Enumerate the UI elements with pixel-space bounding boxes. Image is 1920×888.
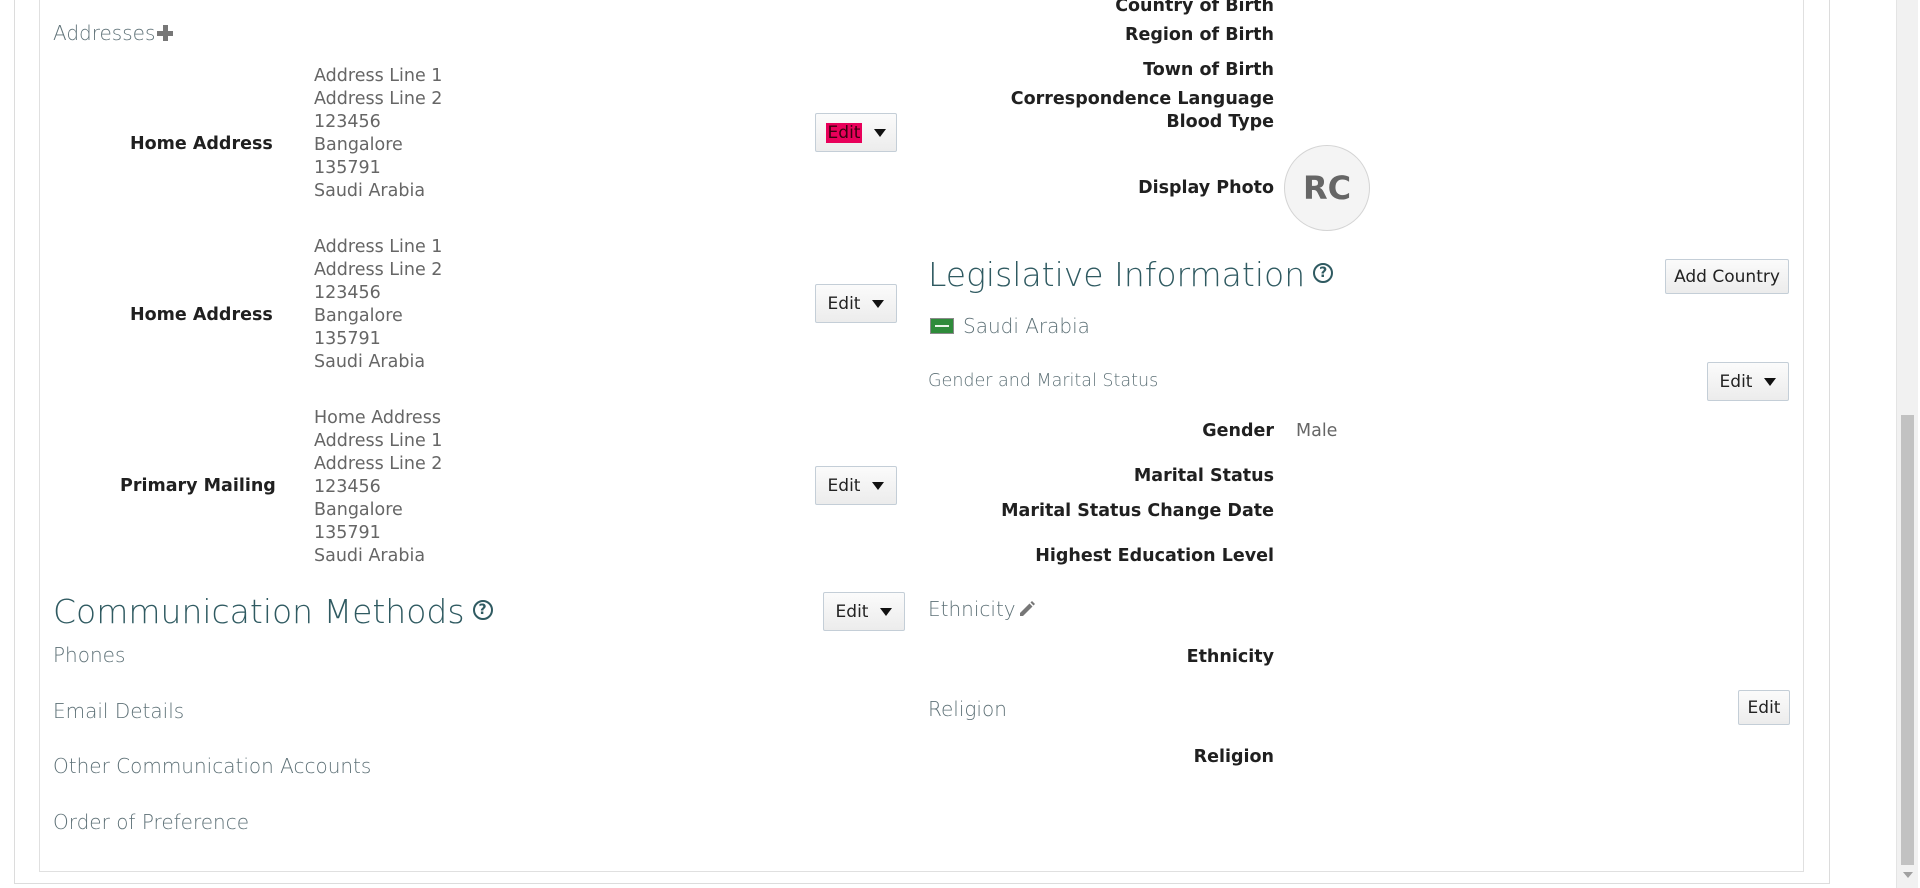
ethnicity-heading-label: Ethnicity — [928, 597, 1016, 621]
caret-down-icon — [874, 128, 887, 137]
order-of-preference-heading: Order of Preference — [53, 810, 250, 834]
address-line: Address Line 2 — [314, 454, 443, 474]
address-line: 135791 — [314, 523, 381, 543]
saudi-arabia-flag-icon — [930, 318, 954, 334]
address-line: Address Line 1 — [314, 66, 443, 86]
pencil-icon[interactable] — [1018, 600, 1036, 618]
address-line: 123456 — [314, 283, 381, 303]
gender-value: Male — [1296, 421, 1338, 441]
address-line: Bangalore — [314, 135, 403, 155]
caret-down-icon — [872, 299, 885, 308]
address-type-label: Home Address — [130, 305, 273, 325]
religion-label: Religion — [1193, 747, 1274, 767]
caret-down-icon — [880, 607, 893, 616]
inner-panel — [39, 0, 1804, 872]
address-line: Saudi Arabia — [314, 352, 426, 372]
address-line: Address Line 2 — [314, 260, 443, 280]
religion-heading: Religion — [928, 697, 1007, 721]
address-line: 135791 — [314, 158, 381, 178]
legislative-information-title: Legislative Information? — [928, 255, 1334, 294]
marital-status-change-date-label: Marital Status Change Date — [1001, 501, 1274, 521]
scroll-down-arrow-icon[interactable] — [1903, 872, 1913, 878]
country-of-birth-label: Country of Birth — [1115, 0, 1274, 16]
caret-down-icon — [1764, 377, 1777, 386]
legislative-information-title-text: Legislative Information — [928, 255, 1306, 294]
address-line: Bangalore — [314, 306, 403, 326]
address-edit-button[interactable]: Edit — [815, 113, 897, 152]
highest-education-level-label: Highest Education Level — [1035, 546, 1274, 566]
address-line: Home Address — [314, 408, 441, 428]
gender-marital-status-heading: Gender and Marital Status — [928, 371, 1159, 391]
caret-down-icon — [872, 481, 885, 490]
help-icon[interactable]: ? — [472, 599, 493, 620]
communication-edit-button[interactable]: Edit — [823, 592, 905, 631]
address-line: Saudi Arabia — [314, 181, 426, 201]
other-communication-accounts-heading: Other Communication Accounts — [53, 754, 372, 778]
address-edit-label: Edit — [825, 122, 863, 143]
addresses-heading: Addresses — [53, 21, 174, 45]
address-line: 123456 — [314, 112, 381, 132]
address-line: Address Line 1 — [314, 237, 443, 257]
address-type-label: Home Address — [130, 134, 273, 154]
address-line: 135791 — [314, 329, 381, 349]
address-line: Address Line 1 — [314, 431, 443, 451]
add-country-button[interactable]: Add Country — [1665, 259, 1789, 294]
address-type-label: Primary Mailing — [120, 476, 276, 496]
phones-heading: Phones — [53, 643, 126, 667]
address-block: Address Line 1 Address Line 2 123456 Ban… — [314, 65, 442, 203]
address-line: Bangalore — [314, 500, 403, 520]
display-photo-label: Display Photo — [1138, 178, 1274, 198]
gender-marital-edit-button[interactable]: Edit — [1707, 362, 1789, 401]
ethnicity-heading: Ethnicity — [928, 597, 1036, 621]
gender-marital-edit-label: Edit — [1719, 371, 1753, 392]
address-block: Home Address Address Line 1 Address Line… — [314, 407, 442, 568]
ethnicity-label: Ethnicity — [1186, 647, 1274, 667]
address-line: Saudi Arabia — [314, 546, 426, 566]
communication-methods-title-text: Communication Methods — [53, 592, 465, 631]
avatar[interactable]: RC — [1284, 145, 1370, 231]
address-edit-label: Edit — [827, 475, 861, 496]
address-edit-button[interactable]: Edit — [815, 466, 897, 505]
addresses-heading-label: Addresses — [53, 21, 156, 45]
add-address-icon[interactable] — [157, 24, 174, 41]
region-of-birth-label: Region of Birth — [1125, 25, 1274, 45]
scrollbar-thumb[interactable] — [1901, 415, 1914, 865]
country-row: Saudi Arabia — [930, 314, 1090, 338]
address-block: Address Line 1 Address Line 2 123456 Ban… — [314, 236, 442, 374]
address-line: Address Line 2 — [314, 89, 443, 109]
communication-edit-label: Edit — [835, 601, 869, 622]
communication-methods-title: Communication Methods? — [53, 592, 493, 631]
address-edit-button[interactable]: Edit — [815, 284, 897, 323]
address-line: 123456 — [314, 477, 381, 497]
address-edit-label: Edit — [827, 293, 861, 314]
religion-edit-button[interactable]: Edit — [1738, 690, 1790, 725]
gender-label: Gender — [1202, 421, 1274, 441]
help-icon[interactable]: ? — [1313, 262, 1334, 283]
town-of-birth-label: Town of Birth — [1143, 60, 1274, 80]
marital-status-label: Marital Status — [1133, 466, 1274, 486]
country-name: Saudi Arabia — [963, 314, 1090, 338]
blood-type-label: Blood Type — [1166, 112, 1274, 132]
email-details-heading: Email Details — [53, 699, 185, 723]
correspondence-language-label: Correspondence Language — [1010, 89, 1274, 109]
